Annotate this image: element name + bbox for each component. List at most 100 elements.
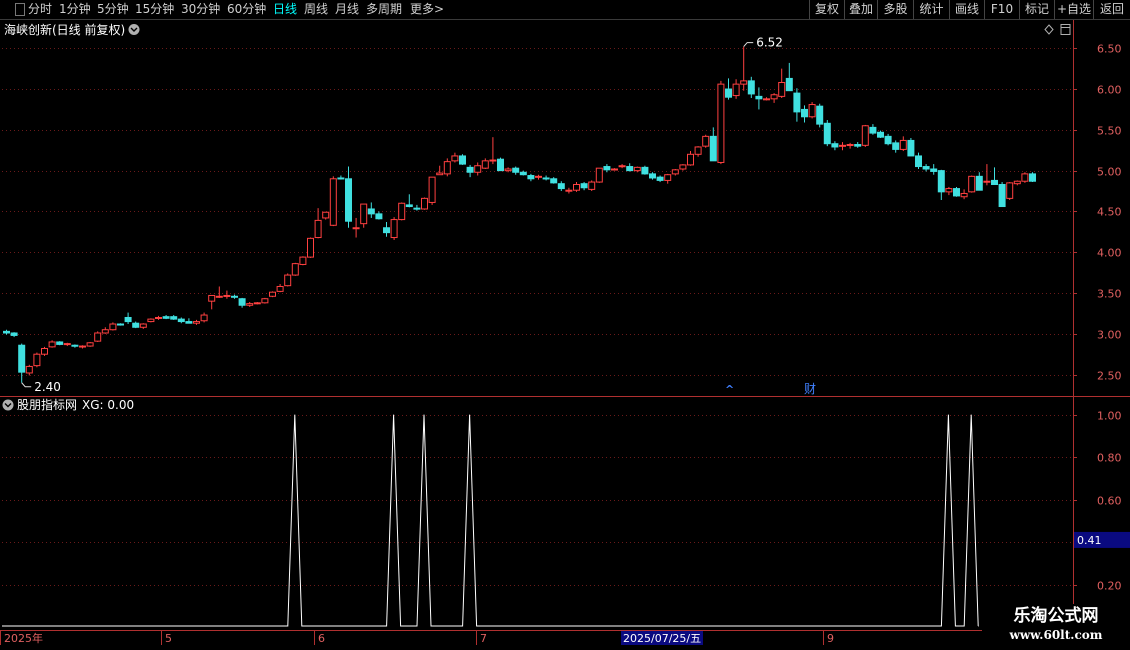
xg-line <box>2 414 979 627</box>
more-arrow-icon[interactable]: > <box>434 0 444 19</box>
candle <box>626 163 634 172</box>
indicator-panel-title: 股朋指标网 <box>17 397 77 412</box>
candle-body <box>861 125 869 146</box>
period-tab-10[interactable]: 更多 <box>410 0 434 19</box>
cursor-value-label: 0.41 <box>1077 534 1102 547</box>
candle-body <box>170 316 178 320</box>
candle-body <box>405 204 413 208</box>
price-tick-label: 3.50 <box>1097 288 1122 301</box>
candle <box>808 102 816 119</box>
period-tab-4[interactable]: 30分钟 <box>181 0 220 19</box>
candle-body <box>839 144 846 147</box>
candle-body <box>801 108 808 118</box>
panel-menu-chevron-bg <box>128 24 140 35</box>
candle-body <box>223 294 231 297</box>
candle-body <box>352 227 360 230</box>
toolbar-button-3[interactable]: 统计 <box>913 0 949 19</box>
low-price-label: 2.40 <box>34 380 61 394</box>
candle-body <box>725 88 732 98</box>
candle <box>915 152 922 169</box>
candle <box>18 343 26 383</box>
candle-body <box>679 164 687 170</box>
candle-body <box>443 161 451 175</box>
candle <box>573 182 580 192</box>
period-tab-8[interactable]: 月线 <box>335 0 359 19</box>
candle-body <box>208 294 216 302</box>
candle-body <box>139 323 147 328</box>
period-tab-9[interactable]: 多周期 <box>366 0 402 19</box>
candle <box>375 211 383 220</box>
candle-body <box>101 329 109 334</box>
period-tab-6[interactable]: 日线 <box>273 0 297 19</box>
toolbar-button-1[interactable]: 叠加 <box>844 0 877 19</box>
candle <box>291 262 299 276</box>
period-tab-3[interactable]: 15分钟 <box>135 0 174 19</box>
candle-body <box>618 165 626 168</box>
candle-body <box>307 237 314 258</box>
candle-body <box>1006 182 1014 199</box>
toolbar-button-5[interactable]: F10 <box>984 0 1019 19</box>
candle <box>94 331 102 342</box>
candle <box>991 167 998 185</box>
candle-body <box>193 321 200 324</box>
candle <box>481 158 489 169</box>
candle-body <box>337 177 345 180</box>
toolbar-button-6[interactable]: 标记 <box>1019 0 1054 19</box>
kline-chart[interactable]: 2.50 3.00 3.50 4.00 4.50 5.00 5.50 6.00 6.50 0.20… <box>0 20 1130 650</box>
candle <box>337 175 345 180</box>
toolbar-button-7[interactable]: +自选 <box>1054 0 1093 19</box>
low-pointer <box>21 382 32 388</box>
candle <box>732 79 740 99</box>
candle <box>155 315 162 320</box>
candle <box>421 197 428 210</box>
period-tab-0[interactable]: 分时 <box>28 0 52 19</box>
candle-body <box>527 175 535 180</box>
candle-body <box>451 155 459 162</box>
candle <box>10 332 18 338</box>
candle-body <box>573 183 580 191</box>
candle <box>892 140 900 153</box>
event-arrow-icon: ^ <box>725 383 734 396</box>
panel-window-icon <box>1060 24 1071 35</box>
indicator-series <box>2 414 979 627</box>
candle <box>618 164 626 169</box>
period-tab-1[interactable]: 1分钟 <box>59 0 91 19</box>
candle-body <box>383 227 390 234</box>
label-layer: 6.52 2.40 ^ 财 0.41 海峡创新(日线 前复权) 股朋指标网 XG: 0.00 <box>2 22 1130 548</box>
candle <box>801 105 808 123</box>
toolbar-button-2[interactable]: 多股 <box>877 0 913 19</box>
candle-body <box>512 167 520 173</box>
candle-body <box>975 175 983 191</box>
candle <box>535 174 542 180</box>
toolbar-button-0[interactable]: 复权 <box>809 0 844 19</box>
candle-body <box>519 171 527 176</box>
candle-body <box>177 318 185 323</box>
toolbar-button-8[interactable]: 返回 <box>1093 0 1130 19</box>
candle <box>443 158 451 177</box>
scroll-left-icon[interactable] <box>15 3 25 16</box>
candle-body <box>41 347 48 355</box>
price-tick-label: 2.50 <box>1097 370 1122 383</box>
candle <box>231 294 238 299</box>
candle-body <box>877 131 884 138</box>
candle-body <box>86 342 94 347</box>
toolbar-button-4[interactable]: 画线 <box>949 0 984 19</box>
candle <box>633 166 641 173</box>
candle <box>816 103 824 128</box>
candle-body <box>322 211 330 219</box>
period-tab-7[interactable]: 周线 <box>304 0 328 19</box>
candle-body <box>71 344 79 347</box>
price-tick-label: 4.00 <box>1097 247 1122 260</box>
candle-body <box>413 207 421 210</box>
candle <box>276 284 284 293</box>
period-tab-5[interactable]: 60分钟 <box>227 0 266 19</box>
indicator-menu-chevron-icon <box>2 399 14 411</box>
candle <box>101 327 109 334</box>
candle <box>687 151 694 166</box>
candle <box>56 341 64 346</box>
candle <box>314 208 322 239</box>
candle-body <box>588 181 596 190</box>
candle <box>352 217 360 238</box>
period-tab-2[interactable]: 5分钟 <box>97 0 129 19</box>
candle-body <box>10 332 18 336</box>
